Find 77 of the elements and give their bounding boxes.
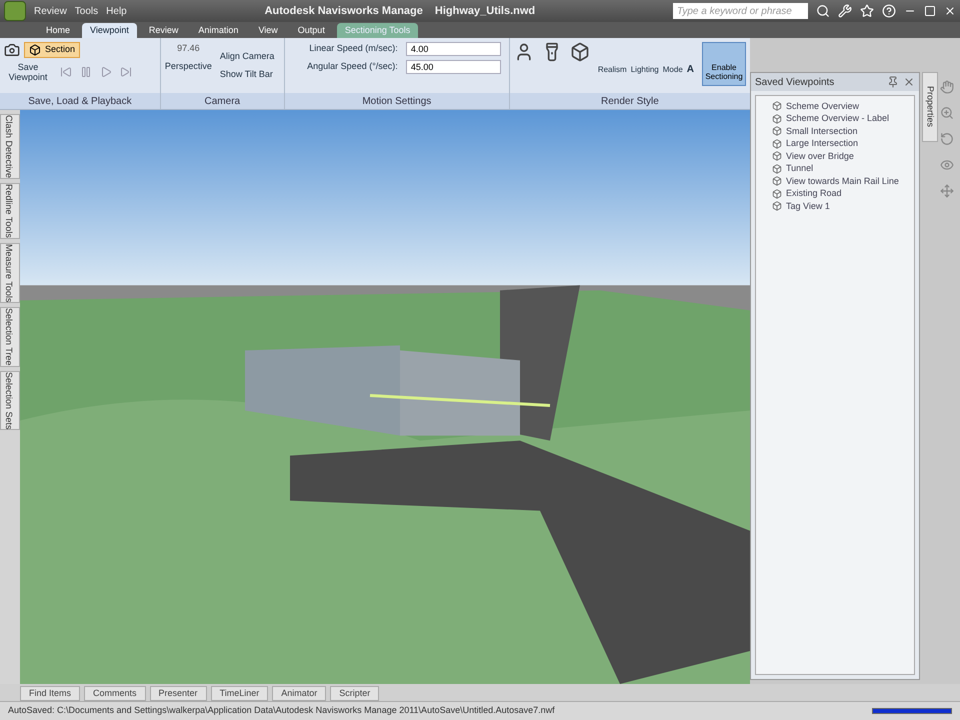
cube-icon [772, 126, 782, 136]
viewpoint-item[interactable]: Tag View 1 [756, 200, 914, 212]
perspective-button[interactable]: Perspective [164, 60, 212, 73]
bottom-tab[interactable]: Scripter [330, 686, 380, 701]
render-style-button[interactable]: Realism [598, 62, 627, 77]
camera-icon[interactable] [4, 42, 20, 58]
ribbon-tab[interactable]: Review [140, 23, 186, 38]
cube-icon [772, 164, 782, 174]
viewpoint-item[interactable]: Small Intersection [756, 125, 914, 138]
render-style-button[interactable]: Lighting [630, 62, 659, 77]
viewpoint-item[interactable]: Large Intersection [756, 138, 914, 150]
close-icon[interactable] [903, 76, 915, 88]
viewpoint-item[interactable]: View over Bridge [756, 150, 914, 162]
file-name: Highway_Utils.nwd [434, 4, 536, 19]
side-tab[interactable]: Redline Tools [0, 183, 20, 239]
3d-scene-drawing[interactable] [20, 110, 750, 684]
ribbon-tab[interactable]: Animation [190, 23, 246, 38]
maximize-icon[interactable] [924, 5, 936, 17]
viewpoint-item[interactable]: Scheme Overview [756, 100, 914, 112]
bottom-tab[interactable]: Find Items [20, 686, 80, 701]
ribbon-tab[interactable]: Home [38, 23, 78, 38]
ribbon-tab[interactable]: Viewpoint [82, 23, 137, 38]
search-field[interactable]: Type a keyword or phrase [673, 3, 808, 19]
panel-title: Camera [204, 94, 240, 108]
bottom-tab[interactable]: Animator [272, 686, 326, 701]
search-icon[interactable] [816, 4, 830, 18]
render-style-button[interactable]: Mode [662, 62, 683, 77]
panel-title: Save, Load & Playback [28, 94, 132, 108]
help-icon[interactable] [882, 4, 896, 18]
panel-title: Render Style [601, 94, 659, 108]
panel-title: Saved Viewpoints [755, 76, 834, 90]
cube-icon [772, 201, 782, 212]
wrench-icon[interactable] [838, 4, 852, 18]
angle-value[interactable]: 97.46 [177, 42, 200, 56]
menu-item[interactable]: Help [106, 4, 127, 18]
viewpoint-item[interactable]: Existing Road [756, 188, 914, 200]
cube-icon [772, 151, 782, 162]
speed-label: Angular Speed (°/sec): [306, 60, 398, 74]
speed-field[interactable]: 45.00 [406, 60, 501, 74]
save-viewpoint-button[interactable]: Save Viewpoint [4, 62, 52, 82]
status-text: AutoSaved: C:\Documents and Settings\walkerpa\Application Data\Autodesk Navisworks Manage 2011\AutoSave\Untitled.Autosave7.nwf [8, 704, 555, 718]
app-logo-icon[interactable] [4, 1, 26, 21]
bottom-tab[interactable]: Comments [84, 686, 146, 701]
cube-icon [772, 188, 782, 199]
viewpoint-item[interactable]: Tunnel [756, 162, 914, 175]
side-tab[interactable]: Properties [922, 72, 938, 142]
menu-item[interactable]: Review [34, 4, 67, 18]
cube-icon [772, 176, 782, 186]
star-icon[interactable] [860, 4, 874, 18]
menu-item[interactable]: Tools [74, 4, 98, 18]
viewpoint-item[interactable]: View towards Main Rail Line [756, 175, 914, 188]
section-button[interactable]: Section [24, 42, 80, 58]
show-tilt-bar-button[interactable]: Show Tilt Bar [220, 68, 274, 81]
side-tab[interactable]: Measure Tools [0, 242, 20, 304]
speed-field[interactable]: 4.00 [406, 42, 501, 56]
cube-icon [772, 114, 782, 124]
memory-meter-icon [872, 708, 952, 714]
bottom-tab[interactable]: Presenter [150, 686, 207, 701]
cube-icon [29, 44, 41, 56]
window-title: Autodesk Navisworks Manage [264, 4, 423, 19]
side-tab[interactable]: Selection Tree [0, 307, 20, 367]
speed-label: Linear Speed (m/sec): [308, 42, 398, 56]
side-tab[interactable]: Selection Sets [0, 370, 20, 430]
cube-icon [772, 138, 782, 149]
enable-sectioning-button[interactable]: Enable Sectioning [702, 42, 746, 86]
close-icon[interactable] [944, 5, 956, 17]
ribbon-tab[interactable]: View [250, 23, 286, 38]
viewpoint-item[interactable]: Scheme Overview - Label [756, 112, 914, 125]
ribbon-tab[interactable]: Output [290, 23, 333, 38]
align-camera-button[interactable]: Align Camera [220, 50, 274, 64]
bottom-tab[interactable]: TimeLiner [210, 686, 268, 701]
side-tab[interactable]: Clash Detective [0, 114, 20, 180]
cube-icon[interactable] [570, 42, 590, 62]
text-style-button[interactable]: A [686, 62, 694, 77]
cube-icon [772, 101, 782, 112]
pin-icon[interactable] [887, 76, 899, 88]
panel-title: Motion Settings [362, 94, 432, 108]
